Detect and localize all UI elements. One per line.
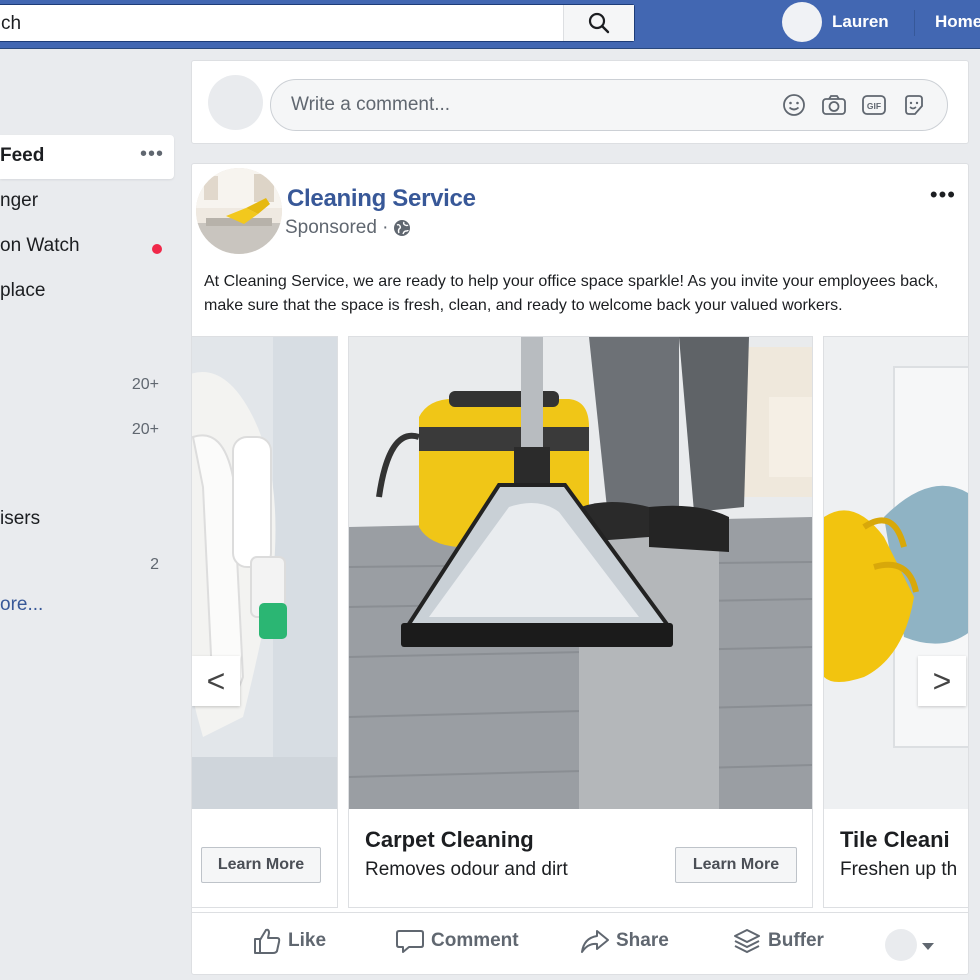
carousel-subtitle: Removes odour and dirt (365, 859, 568, 880)
carousel-image (824, 337, 968, 809)
see-more-link[interactable]: ore... (0, 594, 43, 616)
sidebar-item-shortcut-2[interactable]: 20+ (0, 409, 174, 453)
svg-text:GIF: GIF (867, 101, 881, 111)
carousel-image (349, 337, 812, 809)
carousel-card[interactable]: Learn More (192, 336, 338, 908)
avatar[interactable] (885, 929, 917, 961)
sidebar-item-shortcut-3[interactable]: 2 (0, 544, 174, 588)
share-label: Share (616, 930, 669, 951)
comment-input[interactable]: Write a comment... GIF (270, 79, 948, 131)
sidebar-item-fundraisers[interactable]: isers (0, 498, 174, 542)
sidebar-item-label: on Watch (0, 235, 80, 256)
learn-more-button[interactable]: Learn More (201, 847, 321, 883)
share-button[interactable]: Share (580, 927, 669, 955)
profile-name: Lauren (832, 12, 889, 31)
sidebar-item-marketplace[interactable]: place (0, 270, 174, 314)
sidebar-item-shortcut-1[interactable]: 20+ (0, 364, 174, 408)
comment-composer-card: Write a comment... GIF (191, 60, 969, 144)
sidebar-see-more[interactable]: ore... (0, 584, 174, 628)
sidebar-item-label: nger (0, 190, 39, 211)
sidebar-item-messenger[interactable]: nger (0, 180, 174, 224)
notification-dot (152, 244, 162, 254)
nav-divider (914, 10, 915, 36)
post-body: At Cleaning Service, we are ready to hel… (204, 273, 939, 314)
left-sidebar: Feed ••• nger on Watch place 20+ 20+ ise… (0, 48, 180, 980)
ad-carousel: Learn More Carpet Cleaning Removes odour… (192, 336, 968, 908)
carousel-title: Tile Cleani (840, 827, 950, 852)
sidebar-item-watch[interactable]: on Watch (0, 225, 174, 269)
chevron-down-icon[interactable] (922, 943, 934, 950)
gif-icon[interactable]: GIF (861, 92, 887, 118)
comment-button[interactable]: Comment (395, 927, 519, 955)
top-nav-bar: ch Lauren Home (0, 0, 980, 49)
sidebar-item-label: Feed (0, 145, 45, 166)
sidebar-count-badge: 20+ (131, 376, 159, 393)
sidebar-item-label: isers (0, 508, 41, 529)
carousel-card[interactable]: Tile Cleani Freshen up th (823, 336, 968, 908)
buffer-icon (734, 929, 760, 954)
comment-placeholder: Write a comment... (291, 94, 451, 115)
camera-icon[interactable] (821, 92, 847, 118)
emoji-icon[interactable] (781, 92, 807, 118)
sticker-icon[interactable] (901, 92, 927, 118)
sidebar-count-badge: 2 (150, 556, 159, 573)
sidebar-item-news-feed[interactable]: Feed ••• (0, 135, 174, 179)
page-name-link[interactable]: Cleaning Service (287, 185, 476, 213)
comment-attachments: GIF (781, 92, 927, 118)
carousel-title: Carpet Cleaning (365, 827, 534, 852)
search-input[interactable]: ch (1, 13, 21, 35)
carousel-image (192, 337, 337, 809)
carousel-card[interactable]: Carpet Cleaning Removes odour and dirt L… (348, 336, 813, 908)
avatar (208, 75, 263, 130)
globe-icon (393, 220, 410, 236)
like-button[interactable]: Like (252, 927, 326, 955)
like-label: Like (288, 930, 327, 951)
comment-label: Comment (431, 930, 519, 951)
search-button[interactable] (563, 5, 634, 41)
avatar (782, 2, 822, 42)
buffer-label: Buffer (768, 930, 824, 951)
carousel-prev-button[interactable]: < (192, 656, 240, 706)
sidebar-count-badge: 20+ (131, 421, 159, 438)
profile-link[interactable]: Lauren (782, 2, 889, 42)
sidebar-item-label: place (0, 280, 46, 301)
sponsored-post: Cleaning Service Sponsored · ••• At Clea… (191, 163, 969, 975)
more-options-icon[interactable]: ••• (140, 143, 164, 166)
sponsored-text: Sponsored · (285, 217, 389, 238)
comment-icon (396, 930, 424, 953)
page-avatar[interactable] (196, 168, 282, 254)
thumbs-up-icon (254, 928, 281, 954)
post-options-button[interactable]: ••• (930, 182, 956, 208)
search-icon (588, 12, 610, 34)
home-link[interactable]: Home (935, 12, 980, 32)
buffer-button[interactable]: Buffer (732, 927, 824, 955)
learn-more-button[interactable]: Learn More (675, 847, 797, 883)
share-icon (581, 930, 609, 953)
post-action-bar: Like Comment Share Buffer (192, 912, 968, 971)
search-field[interactable]: ch (0, 4, 635, 42)
sponsored-label: Sponsored · (285, 217, 411, 239)
carousel-next-button[interactable]: > (918, 656, 966, 706)
carousel-subtitle: Freshen up th (840, 859, 958, 880)
